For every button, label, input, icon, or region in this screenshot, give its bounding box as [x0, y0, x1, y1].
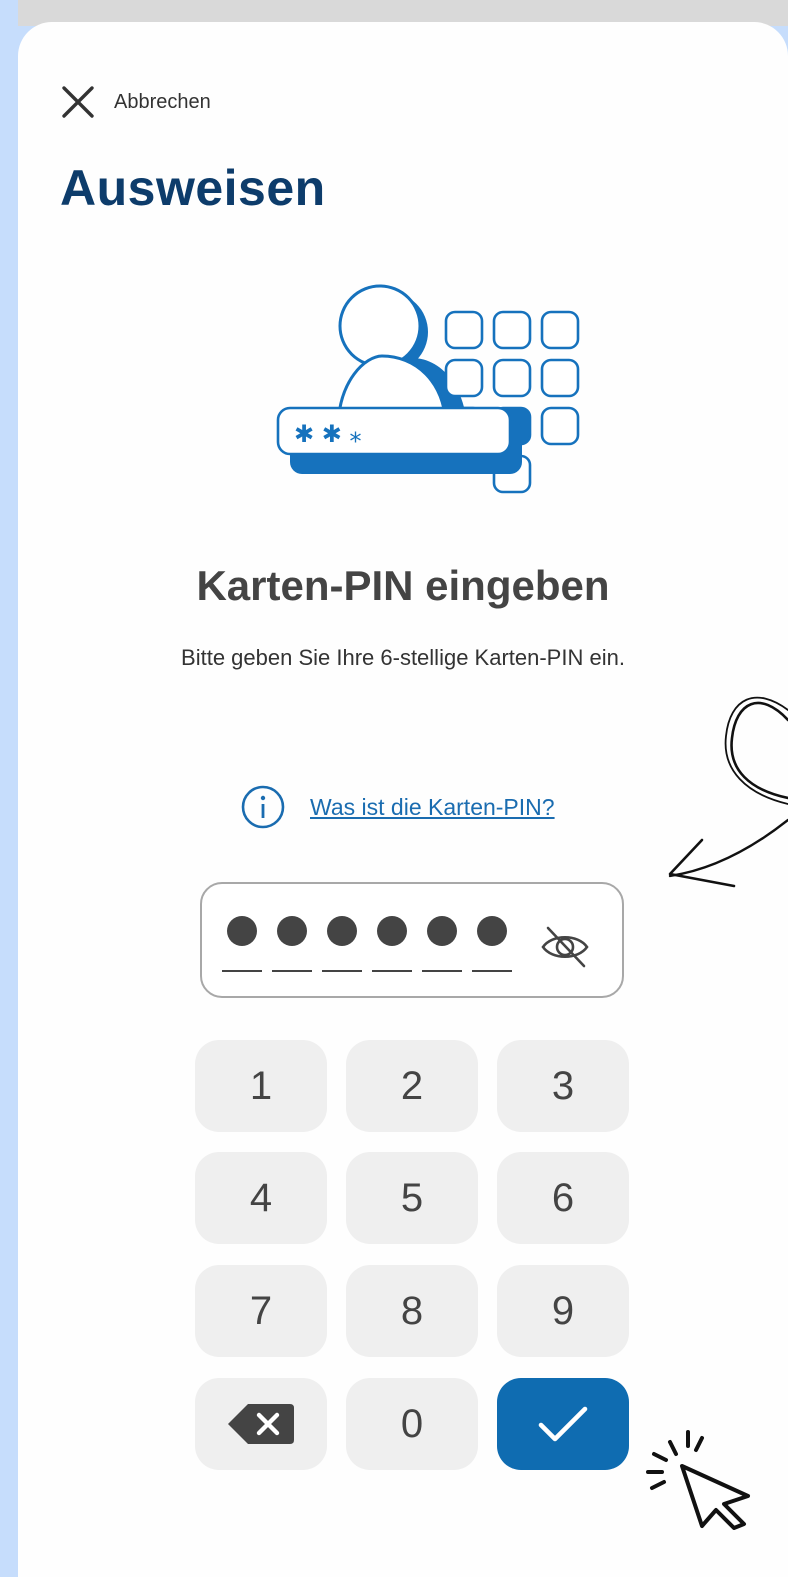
info-icon	[241, 785, 285, 829]
key-2[interactable]: 2	[346, 1040, 478, 1132]
key-7[interactable]: 7	[195, 1265, 327, 1357]
page-title: Ausweisen	[60, 160, 326, 216]
confirm-button[interactable]	[497, 1378, 629, 1470]
close-icon	[62, 86, 94, 118]
pin-subtitle: Bitte geben Sie Ihre 6-stellige Karten-P…	[181, 645, 625, 670]
pin-digit-6	[472, 906, 512, 978]
key-0[interactable]: 0	[346, 1378, 478, 1470]
person-pin-keypad-illustration: ✱ ✱ ⁎	[276, 284, 580, 494]
key-8[interactable]: 8	[346, 1265, 478, 1357]
pin-input[interactable]	[200, 882, 624, 998]
cancel-button[interactable]: Abbrechen	[60, 82, 211, 122]
pin-digit-1	[222, 906, 262, 978]
backspace-button[interactable]	[195, 1378, 327, 1470]
pin-digit-5	[422, 906, 462, 978]
pin-info-link[interactable]: Was ist die Karten-PIN?	[240, 784, 555, 830]
key-1[interactable]: 1	[195, 1040, 327, 1132]
illustration-pin-stars: ✱ ✱ ⁎	[294, 420, 361, 448]
key-3[interactable]: 3	[497, 1040, 629, 1132]
eye-off-icon[interactable]	[538, 922, 592, 972]
cancel-label: Abbrechen	[114, 90, 211, 113]
key-4[interactable]: 4	[195, 1152, 327, 1244]
pin-digit-2	[272, 906, 312, 978]
key-9[interactable]: 9	[497, 1265, 629, 1357]
pin-digit-3	[322, 906, 362, 978]
app-screen: Abbrechen Ausweisen ✱ ✱ ⁎ Karten-PIN ein…	[18, 22, 788, 1577]
pin-heading: Karten-PIN eingeben	[196, 562, 610, 609]
key-6[interactable]: 6	[497, 1152, 629, 1244]
backspace-icon	[228, 1404, 294, 1444]
pin-digit-4	[372, 906, 412, 978]
check-icon	[538, 1406, 588, 1442]
key-5[interactable]: 5	[346, 1152, 478, 1244]
info-link-label: Was ist die Karten-PIN?	[310, 793, 555, 820]
